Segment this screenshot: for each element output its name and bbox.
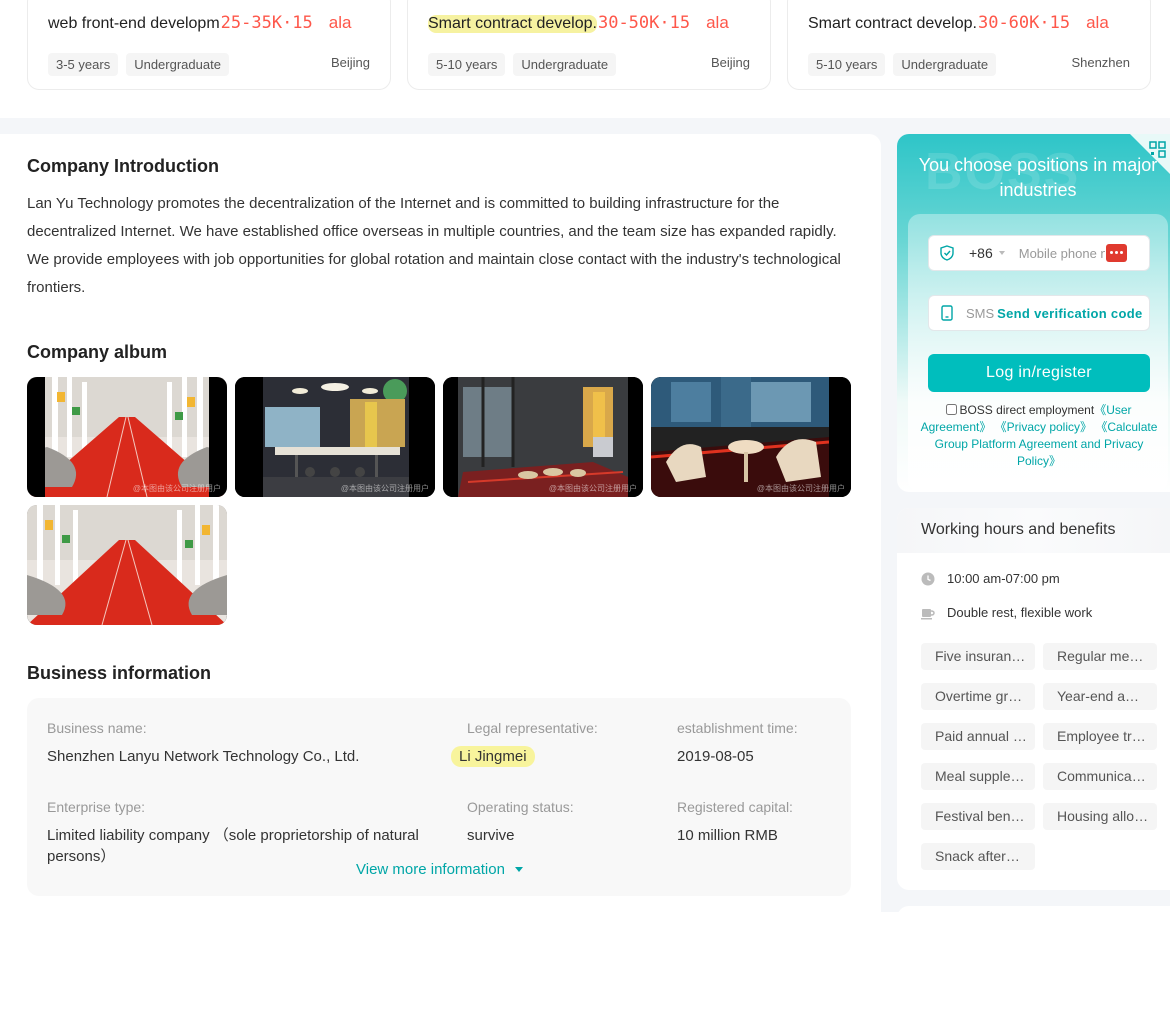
degree-tag: Undergraduate [893, 53, 997, 76]
clock-icon [921, 572, 935, 585]
establishment-label: establishment time: [677, 720, 798, 736]
benefit-tag: Snack afternoon tea [921, 843, 1035, 870]
benefit-tag: Communication subsidy [1043, 763, 1157, 790]
registered-capital-label: Registered capital: [677, 799, 793, 815]
next-card-stub [897, 906, 1170, 918]
intro-text: Lan Yu Technology promotes the decentral… [27, 195, 841, 296]
company-brand: ala [1086, 13, 1109, 32]
operating-status-label: Operating status: [467, 799, 574, 815]
agreement-text: BOSS direct employment《User Agreement》 《… [918, 402, 1160, 470]
degree-tag: Undergraduate [513, 53, 617, 76]
login-card: BOSS You choose positions in major indus… [897, 134, 1170, 492]
view-more-label: View more information [356, 861, 505, 878]
view-more-link[interactable]: View more information [356, 861, 523, 878]
job-salary: 25-35K·15 [220, 13, 313, 33]
agree-prefix: BOSS direct employment [959, 403, 1095, 417]
sms-field[interactable]: SMS Send verification code [928, 295, 1150, 331]
agree-checkbox[interactable] [946, 404, 958, 415]
company-brand: ala [328, 13, 352, 32]
photo-watermark: @本图由该公司注册用户 [132, 484, 221, 493]
related-jobs-strip: web front-end developm 25-35K·15 ala 3-5… [0, 0, 1170, 118]
benefit-tag: Employee travel [1043, 723, 1157, 750]
intro-heading: Company Introduction [27, 156, 219, 176]
business-info-box: Business name: Shenzhen Lanyu Network Te… [27, 698, 851, 896]
photo-watermark: @本图由该公司注册用户 [340, 484, 429, 493]
password-manager-icon[interactable] [1106, 244, 1127, 262]
benefit-tag: Five insurance and one fund [921, 643, 1035, 670]
legal-rep-label: Legal representative: [467, 720, 598, 736]
caret-down-icon [514, 867, 523, 872]
job-card[interactable]: Smart contract develop. 30-50K·15 ala 5-… [407, 0, 771, 90]
benefit-tag: Year-end award [1043, 683, 1157, 710]
benefits-header: Working hours and benefits [897, 508, 1170, 553]
benefit-tag: Festival benefits [921, 803, 1035, 830]
phone-placeholder: Mobile phone number [1018, 245, 1105, 261]
job-title: Smart contract develop. [808, 15, 977, 32]
phone-field[interactable]: +86 Mobile phone number [928, 235, 1150, 271]
benefit-tag: Paid annual leave [921, 723, 1035, 750]
job-salary: 30-60K·15 [977, 13, 1071, 33]
job-city: Beijing [330, 55, 370, 70]
album-photo[interactable]: @本图由该公司注册用户 [235, 377, 435, 497]
country-caret-icon [998, 251, 1005, 255]
job-card[interactable]: web front-end developm 25-35K·15 ala 3-5… [27, 0, 391, 90]
job-city: Beijing [710, 55, 750, 70]
job-title: Smart contract develop. [428, 15, 597, 33]
business-name-label: Business name: [47, 720, 147, 736]
job-title: web front-end developm [48, 15, 220, 32]
login-register-button[interactable]: Log in/register [928, 354, 1150, 392]
album-photo[interactable]: @本图由该公司注册用户 [443, 377, 643, 497]
company-brand: ala [706, 13, 729, 32]
enterprise-type-label: Enterprise type: [47, 799, 146, 815]
business-heading: Business information [27, 663, 212, 683]
working-hours-row: 10:00 am-07:00 pm [921, 571, 1060, 586]
business-name-value: Shenzhen Lanyu Network Technology Co., L… [47, 748, 360, 765]
benefit-tag: Meal supplement [921, 763, 1035, 790]
experience-tag: 3-5 years [48, 53, 119, 76]
working-hours: 10:00 am-07:00 pm [947, 571, 1060, 586]
degree-tag: Undergraduate [126, 53, 229, 76]
sms-placeholder: SMS [966, 305, 995, 321]
album-photo[interactable] [27, 505, 227, 625]
job-city: Shenzhen [1071, 55, 1130, 70]
job-salary: 30-50K·15 [597, 13, 691, 33]
benefits-title: Working hours and benefits [921, 521, 1116, 538]
country-code[interactable]: +86 [969, 245, 993, 261]
benefit-tag: Housing allowance [1043, 803, 1157, 830]
company-main-panel: Company Introduction Lan Yu Technology p… [0, 134, 881, 934]
coffee-icon [921, 608, 935, 619]
login-slogan: You choose positions in major industries [918, 155, 1158, 200]
legal-rep-value: Li Jingmei [451, 746, 535, 767]
experience-tag: 5-10 years [808, 53, 886, 76]
establishment-value: 2019-08-05 [677, 748, 754, 765]
album-photo[interactable]: @本图由该公司注册用户 [651, 377, 851, 497]
experience-tag: 5-10 years [428, 53, 506, 76]
album-photo[interactable]: @本图由该公司注册用户 [27, 377, 227, 497]
benefits-card: Working hours and benefits 10:00 am-07:0… [897, 508, 1170, 890]
job-card[interactable]: Smart contract develop. 30-60K·15 ala 5-… [787, 0, 1151, 90]
phone-icon [941, 305, 953, 321]
album-heading: Company album [27, 342, 168, 362]
benefit-tag: Regular medical examination [1043, 643, 1157, 670]
login-form: +86 Mobile phone number SMS Send verific… [908, 214, 1168, 492]
photo-watermark: @本图由该公司注册用户 [756, 484, 845, 493]
benefit-tag: Overtime granted [921, 683, 1035, 710]
shield-icon [940, 245, 954, 261]
rest-policy: Double rest, flexible work [947, 605, 1093, 620]
send-code-button[interactable]: Send verification code [997, 306, 1142, 321]
photo-watermark: @本图由该公司注册用户 [548, 484, 637, 493]
operating-status-value: survive [467, 827, 515, 844]
rest-row: Double rest, flexible work [921, 605, 1092, 620]
registered-capital-value: 10 million RMB [677, 827, 778, 844]
